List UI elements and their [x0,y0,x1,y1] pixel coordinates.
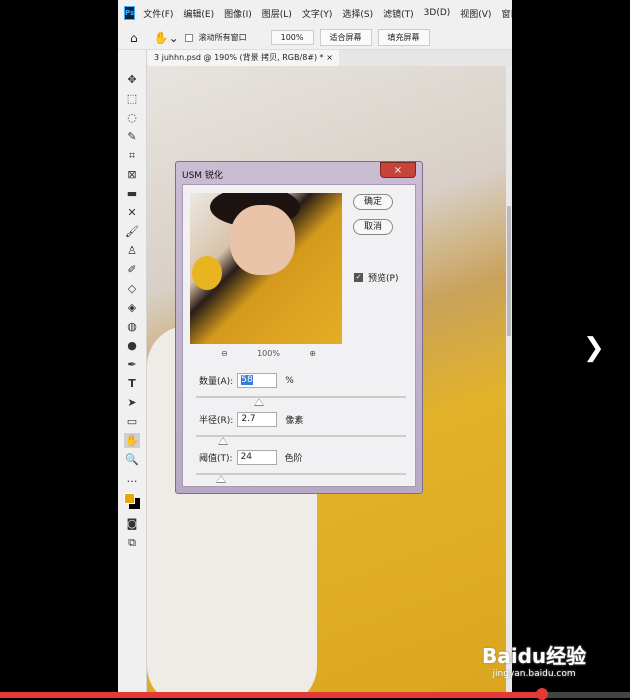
preview-zoom-controls: ⊖ 100% ⊕ [221,349,316,358]
healing-tool-icon[interactable]: ✕ [124,205,140,220]
vertical-scrollbar[interactable] [506,66,512,692]
watermark-brand: Baidu经验 [482,644,587,668]
amount-unit: % [285,375,294,386]
watermark-url: jingyan.baidu.com [492,669,576,679]
hand-tool-icon[interactable]: ✋⌄ [154,31,179,45]
radius-label: 半径(R): [199,416,234,426]
threshold-slider-thumb[interactable] [216,475,227,483]
amount-row: 数量(A): 58 % [199,373,294,388]
preview-checkbox[interactable]: ✓ [354,273,363,282]
quick-mask-icon[interactable]: ◙ [124,516,140,531]
close-tab-icon[interactable]: × [326,53,333,62]
dialog-close-button[interactable]: × [380,162,416,178]
tools-panel: ✥ ⬚ ◌ ✎ ⌗ ⊠ ▬ ✕ 🖌 ♙ ✐ ◇ ◈ ◍ ● ✒ T ➤ ▭ ✋ … [118,50,147,692]
preview-label: 预览(P) [368,274,399,284]
menu-layer[interactable]: 图层(L) [262,7,292,20]
ruler-tool-icon[interactable]: ▬ [124,186,140,201]
preview-checkbox-row[interactable]: ✓ 预览(P) [354,271,398,284]
amount-slider[interactable] [196,396,406,406]
ok-button[interactable]: 确定 [353,194,393,210]
radius-row: 半径(R): 2.7 像素 [199,412,303,427]
document-tab-bar: 3 juhhn.psd @ 190% (背景 拷贝, RGB/8#) * × [148,50,512,66]
shape-tool-icon[interactable]: ▭ [124,414,140,429]
home-icon[interactable]: ⌂ [130,31,138,45]
more-tools-icon[interactable]: … [124,471,140,486]
baidu-watermark: Baidu经验 jingyan.baidu.com [482,640,586,679]
frame-tool-icon[interactable]: ⊠ [124,167,140,182]
options-bar: ⌂ ✋⌄ 滚动所有窗口 100% 适合屏幕 填充屏幕 [118,26,512,50]
zoom-in-icon[interactable]: ⊕ [309,349,316,358]
brush-tool-icon[interactable]: 🖌 [124,224,140,239]
path-select-icon[interactable]: ➤ [124,395,140,410]
menu-edit[interactable]: 编辑(E) [183,7,214,20]
menu-select[interactable]: 选择(S) [342,7,373,20]
marquee-tool-icon[interactable]: ⬚ [124,91,140,106]
menu-3d[interactable]: 3D(D) [424,8,451,18]
menu-image[interactable]: 图像(I) [224,7,252,20]
stamp-tool-icon[interactable]: ♙ [124,243,140,258]
eraser-tool-icon[interactable]: ◇ [124,281,140,296]
menu-view[interactable]: 视图(V) [460,7,491,20]
radius-unit: 像素 [285,416,304,426]
unsharp-mask-dialog: USM 锐化 × 确定 取消 ✓ 预览(P) ⊖ 100% ⊕ 数量(A): 5… [175,161,423,494]
preview-zoom-level: 100% [257,349,280,358]
fill-screen-button[interactable]: 填充屏幕 [377,29,430,46]
radius-input[interactable]: 2.7 [237,412,278,427]
amount-label: 数量(A): [199,377,234,387]
foreground-color[interactable] [124,493,135,504]
threshold-slider[interactable] [196,473,406,483]
cancel-button[interactable]: 取消 [353,219,393,235]
amount-value: 58 [241,375,253,385]
blur-tool-icon[interactable]: ◍ [124,319,140,334]
menu-type[interactable]: 文字(Y) [302,7,333,20]
move-tool-icon[interactable]: ✥ [124,72,140,87]
dodge-tool-icon[interactable]: ● [124,338,140,353]
scroll-all-label: 滚动所有窗口 [198,33,247,42]
preview-face [230,205,295,275]
threshold-unit: 色阶 [284,454,303,464]
video-progress-bar[interactable] [0,688,630,700]
menu-filter[interactable]: 滤镜(T) [383,7,414,20]
document-tab-title: 3 juhhn.psd @ 190% (背景 拷贝, RGB/8#) * [154,53,324,62]
amount-slider-thumb[interactable] [254,398,264,406]
threshold-row: 阈值(T): 24 色阶 [199,450,303,465]
photoshop-logo: Ps [124,6,136,20]
preview-lemon [192,256,222,290]
amount-input[interactable]: 58 [237,373,278,388]
threshold-label: 阈值(T): [199,454,233,464]
video-progress-fill [0,692,542,698]
dialog-body: 确定 取消 ✓ 预览(P) ⊖ 100% ⊕ 数量(A): 58 % 半径(R)… [182,184,416,487]
fit-screen-button[interactable]: 适合屏幕 [319,29,372,46]
menu-bar: Ps 文件(F) 编辑(E) 图像(I) 图层(L) 文字(Y) 选择(S) 滤… [118,0,512,26]
threshold-input[interactable]: 24 [236,450,277,465]
scroll-all-checkbox[interactable] [184,33,193,42]
type-tool-icon[interactable]: T [124,376,140,391]
radius-slider-thumb[interactable] [218,437,229,445]
quick-select-tool-icon[interactable]: ✎ [124,129,140,144]
zoom-out-icon[interactable]: ⊖ [221,349,228,358]
lasso-tool-icon[interactable]: ◌ [124,110,140,125]
pen-tool-icon[interactable]: ✒ [124,357,140,372]
next-chevron-icon[interactable]: ❯ [583,333,605,363]
scrollbar-thumb[interactable] [507,206,511,336]
filter-preview-image[interactable] [190,193,342,344]
zoom-tool-icon[interactable]: 🔍 [124,452,140,467]
dialog-title: USM 锐化 [182,171,223,181]
menu-file[interactable]: 文件(F) [143,7,173,20]
menu-window[interactable]: 窗口 [501,7,512,20]
radius-slider[interactable] [196,435,406,445]
screen-mode-icon[interactable]: ⧉ [124,535,140,550]
document-tab[interactable]: 3 juhhn.psd @ 190% (背景 拷贝, RGB/8#) * × [148,50,339,66]
history-brush-icon[interactable]: ✐ [124,262,140,277]
color-swatches[interactable] [124,490,140,512]
hand-tool-icon[interactable]: ✋ [124,433,140,448]
crop-tool-icon[interactable]: ⌗ [124,148,140,163]
video-progress-handle[interactable] [535,688,548,700]
zoom-100-button[interactable]: 100% [270,30,314,45]
paint-bucket-icon[interactable]: ◈ [124,300,140,315]
